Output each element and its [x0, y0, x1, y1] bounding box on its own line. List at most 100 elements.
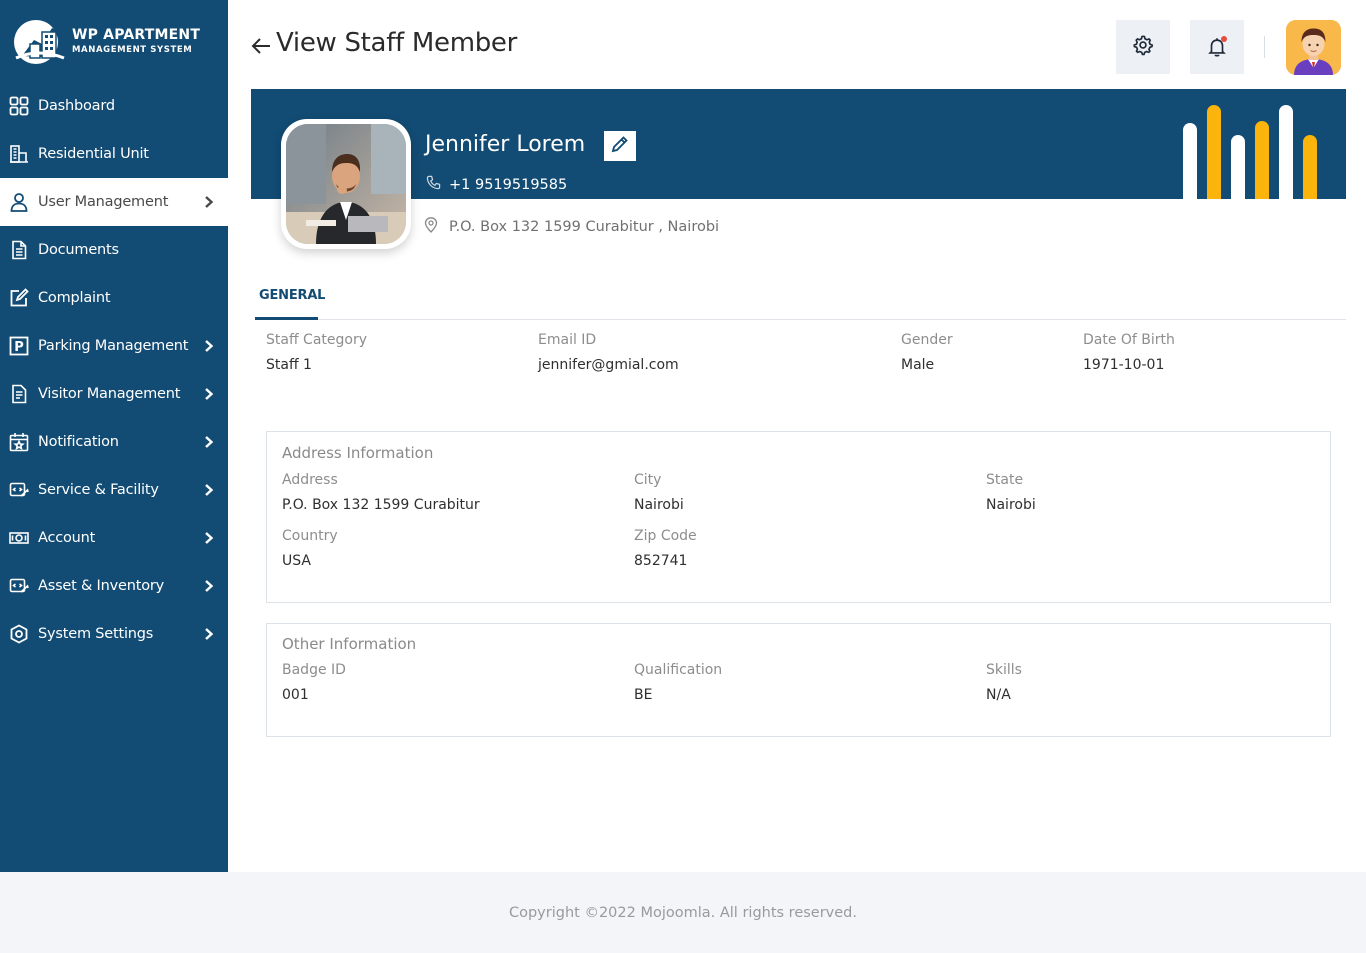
field-value: BE: [634, 687, 653, 703]
sidebar-item-account[interactable]: Account: [0, 514, 228, 562]
field-zip-code: Zip Code 852741: [634, 528, 697, 569]
chevron-right-icon: [202, 627, 216, 641]
sidebar-item-asset-inventory[interactable]: Asset & Inventory: [0, 562, 228, 610]
asset-icon: [8, 575, 30, 597]
sidebar-item-label: Notification: [38, 434, 119, 450]
profile-name: Jennifer Lorem: [425, 132, 586, 157]
field-value: 001: [282, 687, 309, 703]
parking-icon: P: [8, 335, 30, 357]
sidebar-item-system-settings[interactable]: System Settings: [0, 610, 228, 658]
sidebar-item-user-management[interactable]: User Management: [0, 178, 228, 226]
phone-icon: [426, 175, 449, 194]
building-logo-icon: [12, 18, 68, 64]
field-label: Country: [282, 528, 338, 544]
tab-bar: GENERAL: [255, 281, 1346, 320]
sidebar-item-complaint[interactable]: Complaint: [0, 274, 228, 322]
sidebar-item-documents[interactable]: Documents: [0, 226, 228, 274]
field-value: jennifer@gmial.com: [538, 357, 679, 373]
chevron-right-icon: [202, 531, 216, 545]
field-label: Skills: [986, 662, 1022, 678]
edit-square-icon: [8, 287, 30, 309]
profile-phone: +1 9519519585: [426, 175, 567, 194]
service-icon: [8, 479, 30, 501]
field-value: Male: [901, 357, 935, 373]
field-label: Date Of Birth: [1083, 332, 1175, 348]
sidebar-nav: Dashboard Residential Unit User Manageme…: [0, 82, 228, 658]
notification-button[interactable]: [1190, 20, 1244, 74]
field-country: Country USA: [282, 528, 338, 569]
chevron-right-icon: [202, 339, 216, 353]
sidebar-item-label: Account: [38, 530, 96, 546]
field-address: Address P.O. Box 132 1599 Curabitur: [282, 472, 480, 513]
field-label: City: [634, 472, 662, 488]
decorative-bar: [1303, 135, 1317, 199]
sidebar-item-visitor-management[interactable]: Visitor Management: [0, 370, 228, 418]
building-icon: [8, 143, 30, 165]
field-label: Zip Code: [634, 528, 697, 544]
field-staff-category: Staff Category Staff 1: [266, 332, 367, 373]
decorative-bar: [1183, 123, 1197, 199]
sidebar-item-label: Service & Facility: [38, 482, 159, 498]
field-gender: Gender Male: [901, 332, 953, 373]
field-skills: Skills N/A: [986, 662, 1022, 703]
profile-address-text: P.O. Box 132 1599 Curabitur , Nairobi: [449, 219, 720, 235]
field-label: Gender: [901, 332, 953, 348]
chevron-right-icon: [202, 387, 216, 401]
avatar[interactable]: [1286, 20, 1341, 75]
clipboard-icon: [8, 383, 30, 405]
sidebar-item-notification[interactable]: Notification: [0, 418, 228, 466]
chevron-right-icon: [202, 579, 216, 593]
brand[interactable]: WP APARTMENT MANAGEMENT SYSTEM: [0, 0, 228, 82]
back-arrow-icon[interactable]: [250, 34, 272, 56]
card-title: Address Information: [282, 444, 434, 462]
tab-general[interactable]: GENERAL: [255, 281, 325, 320]
sidebar-item-label: Parking Management: [38, 338, 189, 354]
sidebar-item-label: Dashboard: [38, 98, 115, 114]
sidebar-item-label: Visitor Management: [38, 386, 181, 402]
field-label: Staff Category: [266, 332, 368, 348]
field-label: Address: [282, 472, 338, 488]
decorative-bar: [1231, 135, 1245, 199]
sidebar-item-label: System Settings: [38, 626, 154, 642]
copyright-text: Copyright ©2022 Mojoomla. All rights res…: [508, 904, 857, 921]
field-value: N/A: [986, 687, 1011, 703]
sidebar-item-label: Residential Unit: [38, 146, 149, 162]
field-qualification: Qualification BE: [634, 662, 722, 703]
address-information-card: Address Information Address P.O. Box 132…: [266, 431, 1331, 603]
sidebar-item-label: User Management: [38, 194, 169, 210]
money-icon: [8, 527, 30, 549]
decorative-bar: [1207, 105, 1221, 199]
sidebar-item-dashboard[interactable]: Dashboard: [0, 82, 228, 130]
svg-text:P: P: [14, 340, 24, 355]
sidebar-item-service-facility[interactable]: Service & Facility: [0, 466, 228, 514]
brand-subtitle: MANAGEMENT SYSTEM: [72, 45, 193, 55]
notification-dot: [1221, 36, 1227, 42]
settings-button[interactable]: [1116, 20, 1170, 74]
field-label: State: [986, 472, 1024, 488]
user-icon: [8, 191, 30, 213]
field-value: P.O. Box 132 1599 Curabitur: [282, 497, 480, 513]
field-value: USA: [282, 553, 311, 569]
page-title-text: View Staff Member: [276, 28, 518, 58]
decorative-bar: [1255, 121, 1269, 199]
profile-photo-frame: [281, 119, 411, 249]
decorative-bars: [1183, 105, 1323, 199]
grid-icon: [8, 95, 30, 117]
sidebar-item-parking-management[interactable]: P Parking Management: [0, 322, 228, 370]
sidebar-item-label: Asset & Inventory: [38, 578, 165, 594]
field-value: Nairobi: [634, 497, 684, 513]
profile-banner: [251, 89, 1346, 199]
field-value: Staff 1: [266, 357, 312, 373]
location-pin-icon: [423, 217, 449, 237]
profile-phone-text: +1 9519519585: [449, 176, 568, 193]
bell-icon: [1206, 36, 1228, 58]
decorative-bar: [1279, 105, 1293, 199]
calendar-star-icon: [8, 431, 30, 453]
edit-profile-button[interactable]: [604, 131, 636, 161]
profile-address: P.O. Box 132 1599 Curabitur , Nairobi: [423, 217, 719, 237]
document-icon: [8, 239, 30, 261]
other-information-card: Other Information Badge ID 001 Qualifica…: [266, 623, 1331, 737]
sidebar-item-residential-unit[interactable]: Residential Unit: [0, 130, 228, 178]
chevron-right-icon: [202, 435, 216, 449]
settings-eye-icon: [8, 623, 30, 645]
